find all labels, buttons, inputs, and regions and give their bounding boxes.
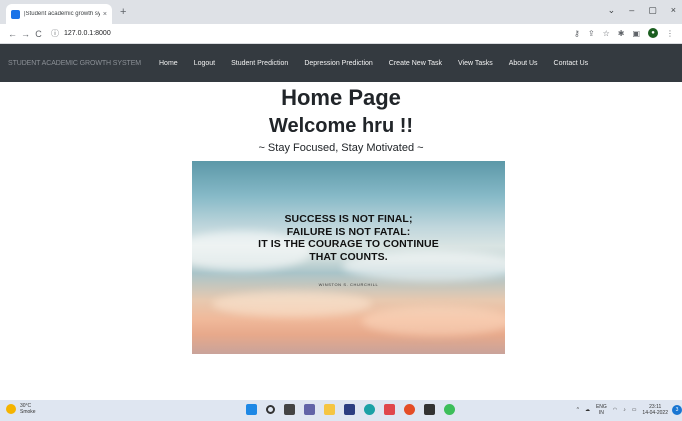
language-indicator[interactable]: ENG IN	[596, 404, 607, 416]
minimize-button[interactable]: –	[629, 5, 634, 16]
taskbar-apps	[246, 404, 455, 415]
welcome-heading: Welcome hru !!	[268, 115, 414, 137]
quote-line: IT IS THE COURAGE TO CONTINUE	[258, 238, 439, 250]
wifi-icon[interactable]: ◠	[613, 407, 617, 413]
tab-search-icon[interactable]: ⌄	[608, 5, 616, 16]
notification-badge[interactable]: 3	[672, 405, 682, 415]
weather-widget[interactable]: 30°C Smoke	[6, 403, 36, 415]
tab-title: |Student academic growth syst	[24, 11, 100, 17]
nav-link-create-new-task[interactable]: Create New Task	[389, 60, 442, 67]
site-favicon-icon	[11, 9, 20, 19]
cloud-icon[interactable]: ☁	[585, 407, 590, 413]
back-button[interactable]: ←	[6, 29, 19, 39]
profile-avatar[interactable]: ●	[648, 28, 658, 38]
toolbar-actions: ⚷ ⇪ ☆ ✱ ▣ ● ⋮	[574, 28, 674, 38]
new-tab-button[interactable]: +	[120, 5, 126, 19]
nav-link-about-us[interactable]: About Us	[509, 60, 538, 67]
reload-button[interactable]: C	[32, 29, 45, 39]
file-explorer-icon[interactable]	[324, 404, 335, 415]
clock[interactable]: 23:11 14-04-2022	[642, 404, 668, 416]
store-icon[interactable]	[344, 404, 355, 415]
chevron-up-icon[interactable]: ^	[577, 407, 579, 413]
weather-desc: Smoke	[20, 409, 36, 415]
browser-tab[interactable]: |Student academic growth syst ×	[6, 4, 112, 24]
nav-link-depression-prediction[interactable]: Depression Prediction	[304, 60, 372, 67]
bookmark-star-icon[interactable]: ☆	[603, 29, 610, 38]
tab-close-icon[interactable]: ×	[103, 11, 107, 18]
app-red-icon[interactable]	[384, 404, 395, 415]
quote-line: FAILURE IS NOT FATAL:	[286, 225, 411, 238]
window-controls: ⌄ – ▢ ×	[608, 5, 676, 16]
whatsapp-icon[interactable]	[444, 404, 455, 415]
menu-kebab-icon[interactable]: ⋮	[666, 29, 674, 38]
quote-text: SUCCESS IS NOT FINAL; FAILURE IS NOT FAT…	[192, 213, 505, 263]
share-icon[interactable]: ⇪	[588, 29, 595, 38]
browser-tabstrip: |Student academic growth syst × + ⌄ – ▢ …	[0, 0, 682, 24]
navbar-brand[interactable]: STUDENT ACADEMIC GROWTH SYSTEM	[8, 60, 141, 67]
quote-line: THAT COUNTS.	[309, 250, 388, 263]
site-info-icon[interactable]: ⓘ	[51, 28, 59, 39]
nav-link-logout[interactable]: Logout	[194, 60, 215, 67]
search-icon[interactable]	[266, 405, 275, 414]
forward-button[interactable]: →	[19, 29, 32, 39]
start-windows-icon[interactable]	[246, 404, 257, 415]
weather-sun-icon	[6, 404, 16, 414]
page-title: Home Page	[281, 85, 401, 110]
maximize-button[interactable]: ▢	[648, 5, 657, 16]
nav-link-contact-us[interactable]: Contact Us	[554, 60, 589, 67]
quote-line: SUCCESS IS NOT FINAL;	[284, 213, 413, 225]
nav-link-view-tasks[interactable]: View Tasks	[458, 60, 493, 67]
chat-icon[interactable]	[304, 404, 315, 415]
main-content: Home Page Welcome hru !! ~ Stay Focused,…	[0, 82, 682, 400]
chrome-icon[interactable]	[404, 404, 415, 415]
sidebar-icon[interactable]: ▣	[632, 29, 640, 38]
tagline: ~ Stay Focused, Stay Motivated ~	[258, 142, 424, 154]
motivational-quote-image: SUCCESS IS NOT FINAL; FAILURE IS NOT FAT…	[192, 161, 505, 354]
volume-icon[interactable]: ♪	[623, 407, 626, 413]
key-icon[interactable]: ⚷	[574, 29, 580, 38]
nav-link-home[interactable]: Home	[159, 60, 178, 67]
battery-icon[interactable]: ▭	[632, 407, 637, 413]
nav-link-student-prediction[interactable]: Student Prediction	[231, 60, 288, 67]
extensions-icon[interactable]: ✱	[618, 29, 625, 38]
task-view-icon[interactable]	[284, 404, 295, 415]
region-code: IN	[598, 410, 604, 416]
browser-toolbar: ← → C ⓘ 127.0.0.1:8000 ⚷ ⇪ ☆ ✱ ▣ ● ⋮	[0, 24, 682, 44]
clock-date: 14-04-2022	[642, 410, 668, 416]
site-navbar: STUDENT ACADEMIC GROWTH SYSTEM Home Logo…	[0, 44, 682, 82]
address-bar[interactable]: ⓘ 127.0.0.1:8000	[51, 28, 111, 39]
windows-taskbar: 30°C Smoke ^ ☁ ENG IN ◠ ♪ ▭ 23:11 14-04-…	[0, 400, 682, 421]
edge-icon[interactable]	[364, 404, 375, 415]
url-text: 127.0.0.1:8000	[64, 30, 111, 37]
system-tray: ^ ☁ ENG IN ◠ ♪ ▭ 23:11 14-04-2022	[577, 404, 668, 416]
terminal-icon[interactable]	[424, 404, 435, 415]
close-window-button[interactable]: ×	[671, 5, 676, 16]
quote-author: WINSTON S. CHURCHILL	[318, 282, 379, 287]
